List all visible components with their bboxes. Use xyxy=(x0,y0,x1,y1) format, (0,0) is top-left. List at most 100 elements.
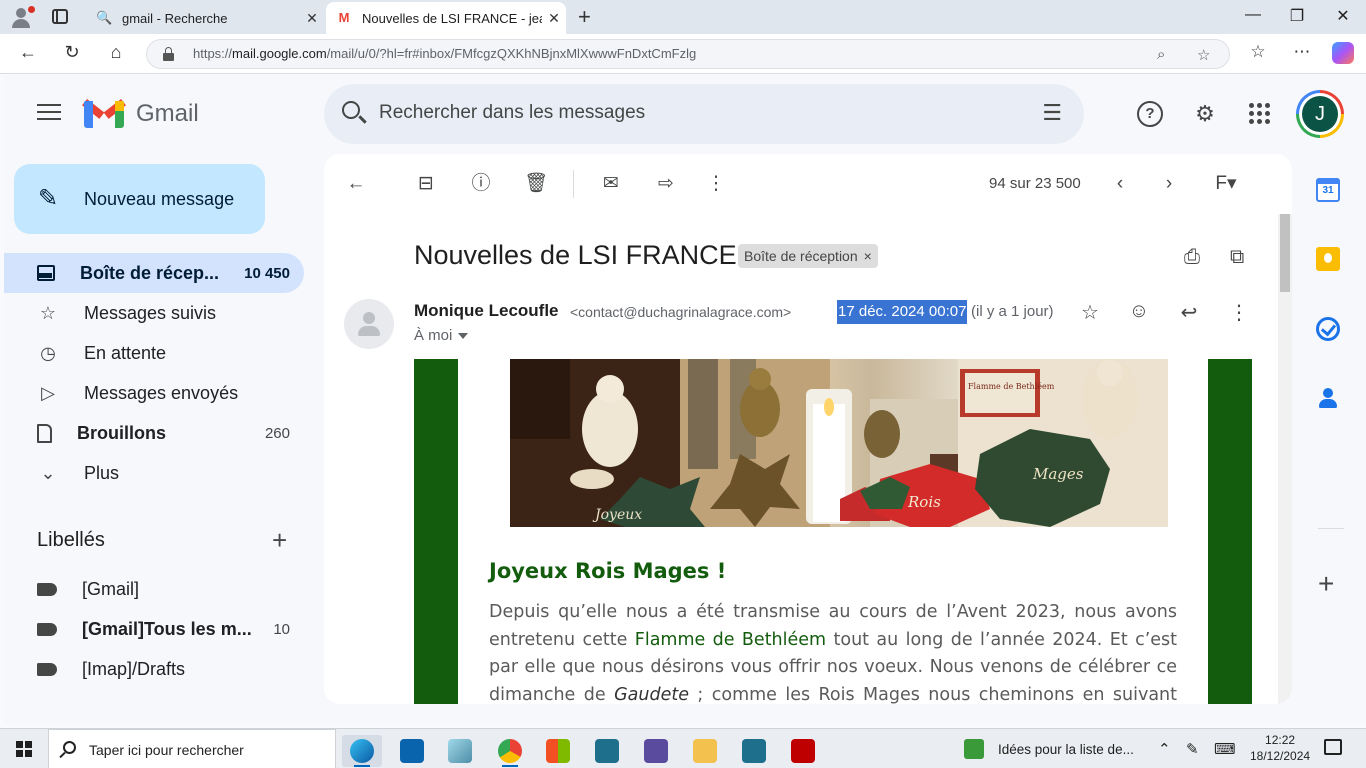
windows-start-icon[interactable] xyxy=(16,741,32,757)
taskbar-search[interactable]: Taper ici pour rechercher xyxy=(48,729,336,768)
search-input[interactable]: Rechercher dans les messages xyxy=(379,102,645,124)
pen-icon[interactable]: ✎ xyxy=(1186,740,1199,758)
browser-tab-search[interactable]: 🔍 gmail - Recherche ✕ xyxy=(86,2,324,34)
back-icon[interactable]: ← xyxy=(16,42,40,63)
tab-actions-icon[interactable] xyxy=(52,9,68,24)
compose-button[interactable]: ✎ Nouveau message xyxy=(14,164,265,234)
move-to-icon[interactable]: ⇨ xyxy=(654,172,678,196)
nav-item-drafts[interactable]: Brouillons 260 xyxy=(4,413,304,453)
flamme-link[interactable]: Flamme de Bethléem xyxy=(635,630,826,650)
lock-icon[interactable] xyxy=(163,47,174,61)
refresh-icon[interactable]: ↻ xyxy=(60,42,84,63)
account-avatar[interactable]: J xyxy=(1296,90,1344,138)
favorite-star-icon[interactable]: ☆ xyxy=(1197,46,1210,64)
report-spam-icon[interactable]: ⓘ xyxy=(469,172,493,196)
minimize-icon[interactable]: — xyxy=(1230,6,1276,24)
url-field[interactable]: https://mail.google.com/mail/u/0/?hl=fr#… xyxy=(146,39,1230,69)
newer-icon[interactable]: ‹ xyxy=(1108,172,1132,196)
close-tab-icon[interactable]: ✕ xyxy=(542,10,566,27)
file-explorer-icon[interactable] xyxy=(685,735,725,767)
older-icon[interactable]: › xyxy=(1157,172,1181,196)
news-icon xyxy=(964,739,984,759)
reply-icon[interactable]: ↩ xyxy=(1177,300,1201,325)
caret-down-icon[interactable] xyxy=(458,333,469,340)
search-options-icon[interactable]: ☰ xyxy=(1042,102,1062,124)
show-hidden-icons[interactable]: ⌃ xyxy=(1158,740,1171,758)
add-label-icon[interactable]: + xyxy=(272,527,287,553)
print-icon[interactable]: ⎙ xyxy=(1184,246,1200,269)
nav-item-starred[interactable]: ☆ Messages suivis xyxy=(4,293,304,333)
notifications-icon[interactable] xyxy=(1324,739,1342,755)
nav-item-inbox[interactable]: Boîte de récep... 10 450 xyxy=(4,253,304,293)
calendar-icon[interactable]: 31 xyxy=(1316,178,1340,202)
email-body: Joyeux Rois Mages Flamme de Bethléem Joy… xyxy=(414,359,1252,704)
nav-item-more[interactable]: ⌄ Plus xyxy=(4,453,304,493)
search-icon[interactable] xyxy=(342,101,360,119)
open-new-window-icon[interactable]: ⧉ xyxy=(1230,246,1244,269)
add-addon-icon[interactable]: + xyxy=(1318,570,1334,598)
labels-heading: Libellés xyxy=(37,529,105,551)
url-text[interactable]: https://mail.google.com/mail/u/0/?hl=fr#… xyxy=(193,46,696,61)
keep-icon[interactable] xyxy=(1316,247,1340,271)
tasks-icon[interactable] xyxy=(1316,317,1340,341)
outlook-app-icon[interactable] xyxy=(392,735,432,767)
google-apps-icon[interactable] xyxy=(1249,103,1270,124)
label-count: 10 xyxy=(273,620,290,638)
delete-icon[interactable]: 🗑 xyxy=(524,172,548,196)
recipient-details[interactable]: À moi xyxy=(414,327,469,344)
side-panel-divider xyxy=(1318,528,1344,529)
chrome-app-icon[interactable] xyxy=(490,735,530,767)
copilot-icon[interactable] xyxy=(1332,42,1354,64)
notes-app-icon[interactable] xyxy=(440,735,480,767)
nav-item-snoozed[interactable]: ◷ En attente xyxy=(4,333,304,373)
email-content: Joyeux Rois Mages Flamme de Bethléem Joy… xyxy=(458,359,1208,704)
label-item[interactable]: [Gmail] xyxy=(4,569,304,609)
taskbar-search-input[interactable]: Taper ici pour rechercher xyxy=(89,742,244,758)
maximize-icon[interactable]: ❐ xyxy=(1274,6,1320,26)
label-item[interactable]: [Gmail]Tous les m... 10 xyxy=(4,609,304,649)
new-tab-icon[interactable]: + xyxy=(578,6,591,28)
label-name: [Gmail] xyxy=(82,578,140,599)
keyboard-icon[interactable]: ⌨ xyxy=(1214,740,1236,758)
edge-app-icon[interactable] xyxy=(342,735,382,767)
address-bar-row: ← ↻ ⌂ https://mail.google.com/mail/u/0/?… xyxy=(0,34,1366,74)
close-tab-icon[interactable]: ✕ xyxy=(300,10,324,27)
main-menu-icon[interactable] xyxy=(37,104,61,122)
nativity-photo: Joyeux Rois Mages Flamme de Bethléem xyxy=(510,359,1168,527)
remove-label-icon[interactable]: × xyxy=(864,248,872,264)
gmail-app: Gmail Rechercher dans les messages ☰ ? ⚙… xyxy=(4,75,1366,768)
archive-icon[interactable]: ⊟ xyxy=(414,172,438,196)
nav-label: Brouillons xyxy=(77,422,166,443)
nav-item-sent[interactable]: ▷ Messages envoyés xyxy=(4,373,304,413)
store-app-icon[interactable] xyxy=(538,735,578,767)
filezilla-icon[interactable] xyxy=(783,735,823,767)
browser-tab-gmail[interactable]: M Nouvelles de LSI FRANCE - jeanyv ✕ xyxy=(326,2,566,34)
mark-unread-icon[interactable]: ✉ xyxy=(599,172,623,196)
more-message-options-icon[interactable]: ⋮ xyxy=(1227,300,1251,325)
app-icon-3[interactable] xyxy=(734,735,774,767)
app-icon-2[interactable] xyxy=(636,735,676,767)
more-options-icon[interactable]: ⋯ xyxy=(1290,42,1314,62)
label-item[interactable]: [Imap]/Drafts xyxy=(4,649,304,689)
zoom-icon[interactable]: ⌕ xyxy=(1157,46,1165,63)
help-icon[interactable]: ? xyxy=(1137,101,1163,127)
back-to-inbox-icon[interactable]: ← xyxy=(344,172,368,196)
news-widget[interactable]: Idées pour la liste de... xyxy=(964,739,1134,759)
app-icon-1[interactable] xyxy=(587,735,627,767)
taskbar-clock[interactable]: 12:22 18/12/2024 xyxy=(1250,732,1310,764)
input-tools-icon[interactable]: F▾ xyxy=(1204,172,1248,196)
mail-search-bar[interactable]: Rechercher dans les messages ☰ xyxy=(324,84,1084,144)
more-actions-icon[interactable]: ⋮ xyxy=(704,172,728,196)
gmail-logo[interactable]: Gmail xyxy=(82,99,199,129)
contacts-icon[interactable] xyxy=(1316,386,1340,410)
close-window-icon[interactable]: ✕ xyxy=(1320,6,1366,26)
message-scrollbar[interactable] xyxy=(1278,214,1292,704)
emoji-reaction-icon[interactable]: ☺ xyxy=(1127,300,1151,323)
home-icon[interactable]: ⌂ xyxy=(104,42,128,63)
inbox-label-chip[interactable]: Boîte de réception × xyxy=(738,244,878,268)
star-icon[interactable]: ☆ xyxy=(1078,300,1102,325)
sender-name[interactable]: Monique Lecoufle xyxy=(414,301,559,321)
favorites-icon[interactable]: ☆ xyxy=(1246,42,1270,62)
settings-gear-icon[interactable]: ⚙ xyxy=(1192,101,1218,127)
browser-profile-icon[interactable] xyxy=(8,5,35,29)
